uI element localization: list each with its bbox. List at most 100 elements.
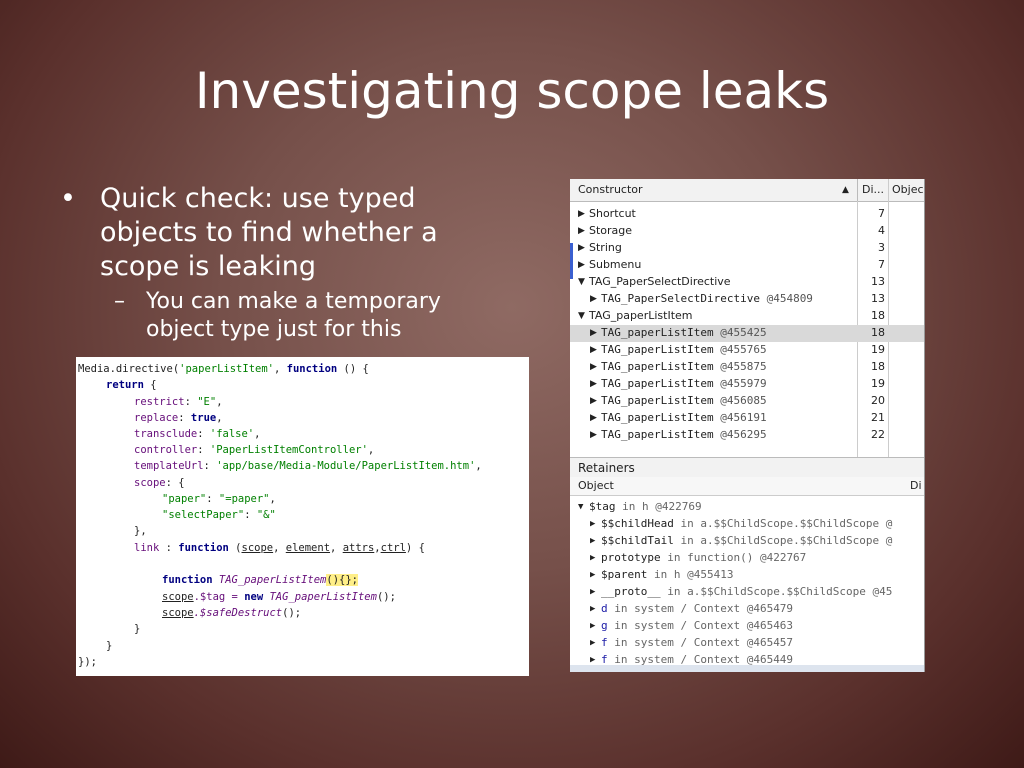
retainer-location: in system / Context @465457 bbox=[607, 636, 794, 649]
retainer-text: $tag in h @422769 bbox=[589, 500, 702, 513]
retainer-row[interactable]: ▶ prototype in function() @422767 bbox=[570, 550, 924, 567]
collapsed-triangle-icon[interactable]: ▶ bbox=[590, 396, 597, 406]
col-distance[interactable]: Di... bbox=[862, 183, 884, 196]
bullet-main-text: Quick check: use typed objects to find w… bbox=[100, 183, 438, 282]
collapsed-triangle-icon[interactable]: ▶ bbox=[590, 536, 595, 546]
expanded-triangle-icon[interactable]: ▼ bbox=[578, 502, 583, 512]
col-object[interactable]: Objec bbox=[892, 183, 924, 196]
collapsed-triangle-icon[interactable]: ▶ bbox=[590, 655, 595, 665]
retainer-key: $$childTail bbox=[601, 534, 674, 547]
retainer-key: $parent bbox=[601, 568, 648, 581]
constructor-row[interactable]: ▶ TAG_paperListItem @456085 20 bbox=[570, 393, 924, 410]
constructor-name: TAG_paperListItem @455875 bbox=[601, 360, 767, 373]
retainer-key: $$childHead bbox=[601, 517, 674, 530]
constructor-name: TAG_paperListItem @456085 bbox=[601, 394, 767, 407]
collapsed-triangle-icon[interactable]: ▶ bbox=[590, 362, 597, 372]
collapsed-triangle-icon[interactable]: ▶ bbox=[578, 243, 585, 253]
col-object[interactable]: Object bbox=[578, 479, 614, 492]
constructor-row[interactable]: ▶ Submenu 7 bbox=[570, 257, 924, 274]
constructor-row[interactable]: ▶ TAG_PaperSelectDirective @454809 13 bbox=[570, 291, 924, 308]
retainer-text: g in system / Context @465463 bbox=[601, 619, 793, 632]
constructor-row[interactable]: ▶ TAG_paperListItem @455765 19 bbox=[570, 342, 924, 359]
code-line: Media.directive('paperListItem', functio… bbox=[78, 363, 369, 375]
collapsed-triangle-icon[interactable]: ▶ bbox=[590, 553, 595, 563]
collapsed-triangle-icon[interactable]: ▶ bbox=[590, 587, 595, 597]
constructor-row[interactable]: ▶ Storage 4 bbox=[570, 223, 924, 240]
constructor-row[interactable]: ▶ String 3 bbox=[570, 240, 924, 257]
code-line: }, bbox=[134, 525, 147, 537]
collapsed-triangle-icon[interactable]: ▶ bbox=[590, 345, 597, 355]
retainer-key: __proto__ bbox=[601, 585, 661, 598]
bullet-sub-text: You can make a temporary object type jus… bbox=[146, 289, 441, 342]
expanded-triangle-icon[interactable]: ▼ bbox=[578, 277, 585, 287]
constructor-name: Submenu bbox=[589, 258, 642, 271]
retainer-location: in function() @422767 bbox=[660, 551, 807, 564]
distance-value: 21 bbox=[871, 411, 885, 424]
constructor-row[interactable]: ▼ TAG_PaperSelectDirective 13 bbox=[570, 274, 924, 291]
retainer-location: in system / Context @465463 bbox=[607, 619, 794, 632]
status-bar bbox=[570, 665, 924, 672]
distance-value: 20 bbox=[871, 394, 885, 407]
retainer-row[interactable]: ▶ __proto__ in a.$$ChildScope.$$ChildScop… bbox=[570, 584, 924, 601]
retainer-text: f in system / Context @465457 bbox=[601, 636, 793, 649]
distance-value: 19 bbox=[871, 343, 885, 356]
collapsed-triangle-icon[interactable]: ▶ bbox=[578, 226, 585, 236]
distance-value: 19 bbox=[871, 377, 885, 390]
constructor-name: TAG_PaperSelectDirective bbox=[589, 275, 731, 288]
constructor-row[interactable]: ▶ TAG_paperListItem @455425 18 bbox=[570, 325, 924, 342]
retainer-row[interactable]: ▶ d in system / Context @465479 bbox=[570, 601, 924, 618]
retainer-row[interactable]: ▶ f in system / Context @465457 bbox=[570, 635, 924, 652]
constructor-row[interactable]: ▶ TAG_paperListItem @455979 19 bbox=[570, 376, 924, 393]
collapsed-triangle-icon[interactable]: ▶ bbox=[590, 570, 595, 580]
collapsed-triangle-icon[interactable]: ▶ bbox=[590, 328, 597, 338]
retainer-key: $tag bbox=[589, 500, 616, 513]
constructor-name: TAG_paperListItem @455425 bbox=[601, 326, 767, 339]
collapsed-triangle-icon[interactable]: ▶ bbox=[590, 621, 595, 631]
constructor-table-header: Constructor ▲ Di... Objec bbox=[570, 179, 924, 202]
retainer-key: f bbox=[601, 636, 608, 649]
code-line: scope.$tag = new TAG_paperListItem(); bbox=[162, 591, 396, 603]
constructor-name: TAG_paperListItem @456295 bbox=[601, 428, 767, 441]
retainers-title: Retainers bbox=[578, 461, 635, 475]
collapsed-triangle-icon[interactable]: ▶ bbox=[578, 209, 585, 219]
collapsed-triangle-icon[interactable]: ▶ bbox=[590, 294, 597, 304]
retainer-row[interactable]: ▶ $$childTail in a.$$ChildScope.$$ChildSc… bbox=[570, 533, 924, 550]
collapsed-triangle-icon[interactable]: ▶ bbox=[590, 430, 597, 440]
constructor-name: Storage bbox=[589, 224, 633, 237]
distance-value: 4 bbox=[878, 224, 885, 237]
retainer-text: $$childHead in a.$$ChildScope.$$ChildSco… bbox=[601, 517, 892, 530]
retainer-row[interactable]: ▶ $$childHead in a.$$ChildScope.$$ChildSc… bbox=[570, 516, 924, 533]
retainer-row[interactable]: ▶ g in system / Context @465463 bbox=[570, 618, 924, 635]
object-id: @455765 bbox=[713, 343, 767, 356]
object-id: @455979 bbox=[713, 377, 767, 390]
col-constructor[interactable]: Constructor bbox=[578, 183, 643, 196]
sort-arrow-icon[interactable]: ▲ bbox=[842, 185, 849, 195]
collapsed-triangle-icon[interactable]: ▶ bbox=[590, 519, 595, 529]
constructor-row[interactable]: ▶ Shortcut 7 bbox=[570, 206, 924, 223]
expanded-triangle-icon[interactable]: ▼ bbox=[578, 311, 585, 321]
constructor-name: String bbox=[589, 241, 622, 254]
collapsed-triangle-icon[interactable]: ▶ bbox=[578, 260, 585, 270]
col-distance[interactable]: Di bbox=[910, 479, 922, 492]
collapsed-triangle-icon[interactable]: ▶ bbox=[590, 379, 597, 389]
code-line: transclude: 'false', bbox=[134, 428, 261, 440]
constructor-row[interactable]: ▶ TAG_paperListItem @456191 21 bbox=[570, 410, 924, 427]
retainer-text: d in system / Context @465479 bbox=[601, 602, 793, 615]
retainer-row[interactable]: ▶ $parent in h @455413 bbox=[570, 567, 924, 584]
retainer-key: g bbox=[601, 619, 608, 632]
retainer-row[interactable]: ▼ $tag in h @422769 bbox=[570, 499, 924, 516]
constructor-row[interactable]: ▼ TAG_paperListItem 18 bbox=[570, 308, 924, 325]
object-id: @456085 bbox=[713, 394, 767, 407]
code-line: }); bbox=[78, 656, 97, 668]
collapsed-triangle-icon[interactable]: ▶ bbox=[590, 413, 597, 423]
heap-snapshot-panel: Constructor ▲ Di... Objec ▶ Shortcut 7 ▶ Sto… bbox=[570, 179, 925, 672]
collapsed-triangle-icon[interactable]: ▶ bbox=[590, 604, 595, 614]
retainer-key: prototype bbox=[601, 551, 661, 564]
code-line: scope: { bbox=[134, 477, 185, 489]
constructor-name: TAG_PaperSelectDirective @454809 bbox=[601, 292, 813, 305]
constructor-row[interactable]: ▶ TAG_paperListItem @455875 18 bbox=[570, 359, 924, 376]
retainers-table-header: Object Di bbox=[570, 477, 924, 496]
collapsed-triangle-icon[interactable]: ▶ bbox=[590, 638, 595, 648]
object-id: @455875 bbox=[713, 360, 767, 373]
constructor-row[interactable]: ▶ TAG_paperListItem @456295 22 bbox=[570, 427, 924, 444]
